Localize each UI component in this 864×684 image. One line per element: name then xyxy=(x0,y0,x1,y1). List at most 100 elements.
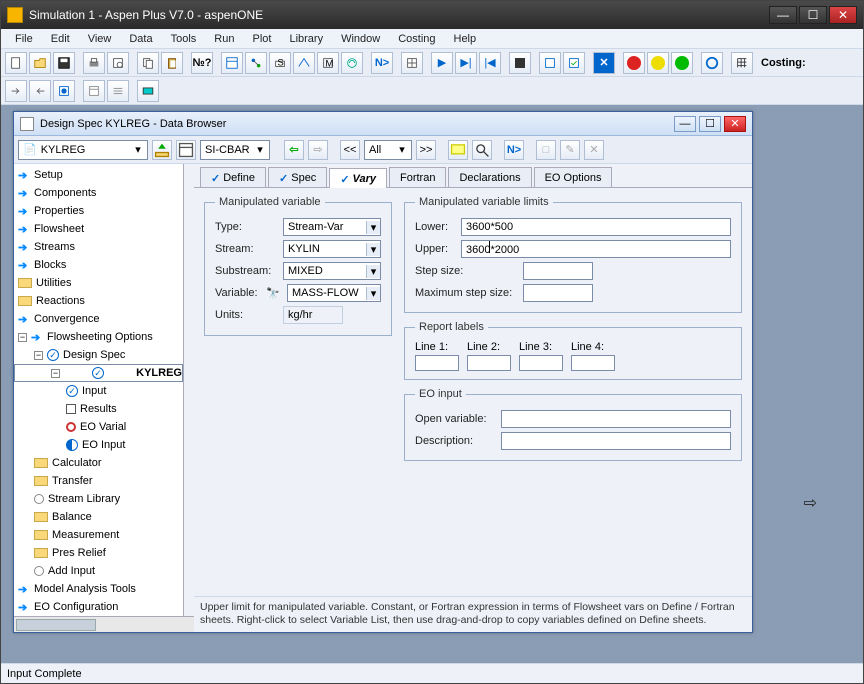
find-button[interactable] xyxy=(472,140,492,160)
tree-setup[interactable]: ➔Setup xyxy=(14,166,183,184)
tool-btn-7[interactable] xyxy=(401,52,423,74)
binoculars-icon[interactable]: 🔭 xyxy=(265,285,281,301)
grid-button[interactable] xyxy=(731,52,753,74)
tree-eo-input[interactable]: EO Input xyxy=(14,436,183,454)
edit-obj-button[interactable]: ✎ xyxy=(560,140,580,160)
delete-obj-button[interactable]: ✕ xyxy=(584,140,604,160)
tab-declarations[interactable]: Declarations xyxy=(448,167,531,187)
menu-view[interactable]: View xyxy=(80,31,120,47)
up-folder-button[interactable] xyxy=(152,140,172,160)
nav-combo[interactable]: 📄 KYLREG ▾ xyxy=(18,140,148,160)
next-required-button[interactable]: N> xyxy=(504,140,524,160)
line1-input[interactable] xyxy=(415,355,459,371)
run-to-start-button[interactable]: |◀ xyxy=(479,52,501,74)
tree-eo-config[interactable]: ➔EO Configuration xyxy=(14,598,183,616)
line3-input[interactable] xyxy=(519,355,563,371)
stream-select[interactable]: KYLIN▾ xyxy=(283,240,381,258)
maximize-button[interactable]: ☐ xyxy=(799,6,827,24)
tree-design-spec[interactable]: −✓Design Spec xyxy=(14,346,183,364)
tab-eo-options[interactable]: EO Options xyxy=(534,167,613,187)
paste-button[interactable] xyxy=(161,52,183,74)
first-button[interactable]: << xyxy=(340,140,360,160)
save-button[interactable] xyxy=(53,52,75,74)
forward-button[interactable]: ⇨ xyxy=(308,140,328,160)
run-play-button[interactable]: ▶ xyxy=(431,52,453,74)
tree-calculator[interactable]: Calculator xyxy=(14,454,183,472)
substream-select[interactable]: MIXED▾ xyxy=(283,262,381,280)
menu-edit[interactable]: Edit xyxy=(43,31,78,47)
run-step-button[interactable]: ▶| xyxy=(455,52,477,74)
tree-components[interactable]: ➔Components xyxy=(14,184,183,202)
child-close-button[interactable]: ✕ xyxy=(724,116,746,132)
tb2-btn-4[interactable] xyxy=(83,80,105,102)
menu-data[interactable]: Data xyxy=(121,31,160,47)
tab-vary[interactable]: ✓Vary xyxy=(329,168,387,188)
tool-btn-2[interactable] xyxy=(245,52,267,74)
tree-results[interactable]: Results xyxy=(14,400,183,418)
maxstep-input[interactable] xyxy=(523,284,593,302)
open-var-input[interactable] xyxy=(501,410,731,428)
tree-mat[interactable]: ➔Model Analysis Tools xyxy=(14,580,183,598)
tab-spec[interactable]: ✓Spec xyxy=(268,167,327,187)
tab-fortran[interactable]: Fortran xyxy=(389,167,446,187)
tree-utilities[interactable]: Utilities xyxy=(14,274,183,292)
tb2-btn-2[interactable] xyxy=(29,80,51,102)
tree-stream-lib[interactable]: Stream Library xyxy=(14,490,183,508)
back-button[interactable]: ⇦ xyxy=(284,140,304,160)
next-button[interactable]: N> xyxy=(371,52,393,74)
menu-costing[interactable]: Costing xyxy=(390,31,443,47)
status-green-icon[interactable] xyxy=(671,52,693,74)
tool-btn-8[interactable] xyxy=(539,52,561,74)
variable-select[interactable]: MASS-FLOW▾ xyxy=(287,284,381,302)
tool-btn-9[interactable] xyxy=(563,52,585,74)
tb2-btn-5[interactable] xyxy=(107,80,129,102)
type-select[interactable]: Stream-Var▾ xyxy=(283,218,381,236)
menu-file[interactable]: File xyxy=(7,31,41,47)
tb2-btn-3[interactable] xyxy=(53,80,75,102)
whats-this-button[interactable]: №? xyxy=(191,52,213,74)
open-button[interactable] xyxy=(29,52,51,74)
menu-tools[interactable]: Tools xyxy=(163,31,205,47)
tree-add-input[interactable]: Add Input xyxy=(14,562,183,580)
status-red-icon[interactable] xyxy=(623,52,645,74)
scope-combo[interactable]: All ▾ xyxy=(364,140,412,160)
step-input[interactable] xyxy=(523,262,593,280)
tree-horizontal-scrollbar[interactable] xyxy=(14,616,194,632)
tb2-btn-1[interactable] xyxy=(5,80,27,102)
print-button[interactable] xyxy=(83,52,105,74)
last-button[interactable]: >> xyxy=(416,140,436,160)
tree-flowsheet[interactable]: ➔Flowsheet xyxy=(14,220,183,238)
record-button[interactable] xyxy=(176,140,196,160)
tree-fso[interactable]: −➔Flowsheeting Options xyxy=(14,328,183,346)
new-obj-button[interactable]: □ xyxy=(536,140,556,160)
tb2-btn-6[interactable] xyxy=(137,80,159,102)
status-yellow-icon[interactable] xyxy=(647,52,669,74)
lower-input[interactable]: 3600*500 xyxy=(461,218,731,236)
print-preview-button[interactable] xyxy=(107,52,129,74)
child-minimize-button[interactable]: — xyxy=(674,116,696,132)
tree-blocks[interactable]: ➔Blocks xyxy=(14,256,183,274)
description-input[interactable] xyxy=(501,432,731,450)
tree-convergence[interactable]: ➔Convergence xyxy=(14,310,183,328)
stop-button[interactable] xyxy=(509,52,531,74)
tool-btn-3[interactable]: S xyxy=(269,52,291,74)
tree-pane[interactable]: ➔Setup ➔Components ➔Properties ➔Flowshee… xyxy=(14,164,184,616)
units-combo[interactable]: SI-CBAR ▾ xyxy=(200,140,270,160)
tree-eo-var[interactable]: EO Varial xyxy=(14,418,183,436)
upper-input[interactable]: 3600*2000 xyxy=(461,240,731,258)
tab-define[interactable]: ✓Define xyxy=(200,167,266,187)
line4-input[interactable] xyxy=(571,355,615,371)
menu-plot[interactable]: Plot xyxy=(244,31,279,47)
menu-run[interactable]: Run xyxy=(206,31,242,47)
copy-button[interactable] xyxy=(137,52,159,74)
tool-btn-4[interactable] xyxy=(293,52,315,74)
tool-btn-6[interactable] xyxy=(341,52,363,74)
tool-btn-x[interactable]: ✕ xyxy=(593,52,615,74)
comment-button[interactable] xyxy=(448,140,468,160)
tree-measurement[interactable]: Measurement xyxy=(14,526,183,544)
minimize-button[interactable]: — xyxy=(769,6,797,24)
tree-transfer[interactable]: Transfer xyxy=(14,472,183,490)
line2-input[interactable] xyxy=(467,355,511,371)
tree-kylreg[interactable]: −✓KYLREG xyxy=(14,364,183,382)
tool-btn-5[interactable]: M xyxy=(317,52,339,74)
